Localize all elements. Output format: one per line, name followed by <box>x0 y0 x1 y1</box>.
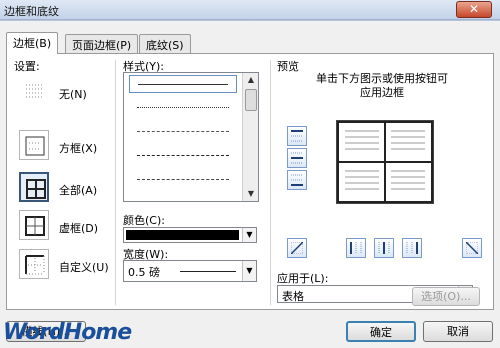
bottom-border-button[interactable] <box>287 170 307 190</box>
width-value: 0.5 磅 <box>128 266 160 279</box>
color-label: 颜色(C): <box>123 214 165 227</box>
border-left-icon <box>350 242 362 254</box>
tab-page-border[interactable]: 页面边框(P) <box>65 34 139 53</box>
title-bar: 边框和底纹 ✕ <box>0 0 500 20</box>
setting-box-label[interactable]: 方框(X) <box>59 140 97 156</box>
preview-heading: 预览 <box>277 60 299 73</box>
dialog-body: 边框(B) 页面边框(P) 底纹(S) 设置: 无(N) 方框(X) 全部(A) <box>0 20 500 348</box>
tab-panel: 设置: 无(N) 方框(X) 全部(A) 虚框(D) 自定义(U) 样式(Y):… <box>6 53 494 310</box>
diagonal-down-icon <box>291 242 303 254</box>
settings-heading: 设置: <box>14 60 40 73</box>
apply-to-value: 表格 <box>282 290 304 303</box>
border-grid-icon <box>25 216 45 236</box>
width-line-sample <box>180 271 236 272</box>
setting-box[interactable] <box>19 130 49 160</box>
inside-horizontal-button[interactable] <box>287 148 307 168</box>
table-preview-icon <box>337 121 433 203</box>
border-bottom-icon <box>291 174 303 186</box>
border-none-icon <box>26 84 42 98</box>
right-border-button[interactable] <box>402 238 422 258</box>
style-scrollbar[interactable]: ▲ ▼ <box>242 73 258 201</box>
options-button[interactable]: 选项(O)... <box>412 287 480 306</box>
style-item-solid[interactable] <box>129 75 237 93</box>
style-item-dashed-fine[interactable] <box>129 123 237 141</box>
style-item-dash-dot[interactable] <box>129 171 237 189</box>
setting-custom[interactable] <box>19 249 49 279</box>
setting-grid[interactable] <box>19 210 49 240</box>
color-swatch <box>126 230 239 240</box>
width-select[interactable]: 0.5 磅 ▼ <box>123 260 257 282</box>
column-divider-2 <box>270 60 271 305</box>
border-right-icon <box>406 242 418 254</box>
setting-all[interactable] <box>19 172 49 202</box>
preview-diagram[interactable] <box>336 120 434 204</box>
close-icon: ✕ <box>468 2 480 16</box>
diagonal-up-icon <box>466 242 478 254</box>
scroll-up-icon[interactable]: ▲ <box>244 73 258 87</box>
close-button[interactable]: ✕ <box>456 1 492 18</box>
border-custom-icon <box>25 255 45 275</box>
setting-none-label[interactable]: 无(N) <box>59 86 87 102</box>
color-select[interactable]: ▼ <box>123 227 257 243</box>
watermark-logo: WordHome <box>3 320 132 345</box>
window-title: 边框和底纹 <box>4 5 59 18</box>
chevron-down-icon[interactable]: ▼ <box>242 228 256 242</box>
scroll-thumb[interactable] <box>245 89 257 111</box>
setting-grid-label[interactable]: 虚框(D) <box>59 220 98 236</box>
setting-none[interactable] <box>19 76 49 106</box>
border-top-icon <box>291 130 303 142</box>
top-border-button[interactable] <box>287 126 307 146</box>
border-inside-horizontal-icon <box>291 152 303 164</box>
ok-button[interactable]: 确定 <box>346 321 416 342</box>
diagonal-up-button[interactable] <box>462 238 482 258</box>
left-border-button[interactable] <box>346 238 366 258</box>
scroll-down-icon[interactable]: ▼ <box>244 187 258 201</box>
style-item-dotted[interactable] <box>129 99 237 117</box>
chevron-down-icon[interactable]: ▼ <box>242 261 256 281</box>
column-divider <box>115 60 116 305</box>
tab-shading[interactable]: 底纹(S) <box>139 34 191 53</box>
cancel-button[interactable]: 取消 <box>423 321 493 342</box>
border-all-icon <box>26 179 46 199</box>
tab-borders[interactable]: 边框(B) <box>6 32 59 54</box>
diagonal-down-button[interactable] <box>287 238 307 258</box>
style-item-dashed[interactable] <box>129 147 237 165</box>
setting-all-label[interactable]: 全部(A) <box>59 182 97 198</box>
setting-custom-label[interactable]: 自定义(U) <box>59 259 109 275</box>
border-inside-vertical-icon <box>378 242 390 254</box>
preview-hint: 单击下方图示或使用按钮可应用边框 <box>316 72 448 99</box>
inside-vertical-button[interactable] <box>374 238 394 258</box>
style-list[interactable]: ▲ ▼ <box>123 72 259 202</box>
apply-to-label: 应用于(L): <box>277 272 329 285</box>
border-box-icon <box>25 136 45 156</box>
